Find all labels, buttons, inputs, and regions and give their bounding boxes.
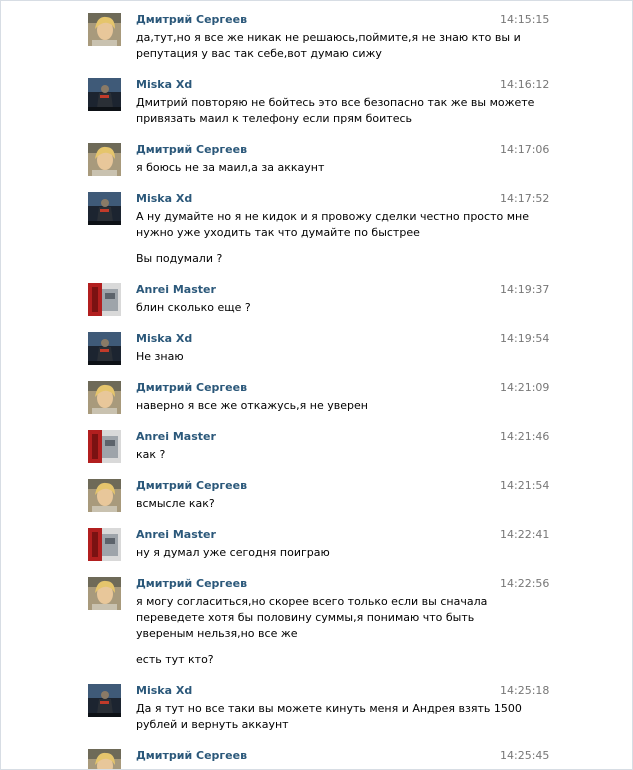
message-author[interactable]: Дмитрий Сергеев: [136, 749, 247, 763]
message-text: нужно уже уходить так что думайте по быс…: [136, 226, 420, 239]
message-author[interactable]: Miska Xd: [136, 192, 192, 206]
message-author[interactable]: Miska Xd: [136, 78, 192, 92]
message-author[interactable]: Дмитрий Сергеев: [136, 381, 247, 395]
message-text: репутация у вас так себе,вот думаю сижу: [136, 47, 382, 60]
message-text: Дмитрий повторяю не бойтесь это все безо…: [136, 96, 535, 109]
message-text: переведете хотя бы половину суммы,я пони…: [136, 611, 475, 624]
message-text: Да я тут но все таки вы можете кинуть ме…: [136, 702, 522, 715]
person-photo-avatar[interactable]: [88, 479, 121, 512]
soldier-poster-avatar[interactable]: [88, 192, 121, 225]
message-time: 14:21:46: [500, 430, 550, 443]
message-time: 14:22:56: [500, 577, 550, 590]
message-author[interactable]: Anrei Master: [136, 528, 216, 542]
message-time: 14:21:09: [500, 381, 550, 394]
message-text: я могу согласиться,но скорее всего тольк…: [136, 595, 488, 608]
message-author[interactable]: Дмитрий Сергеев: [136, 577, 247, 591]
person-photo-avatar[interactable]: [88, 749, 121, 769]
message-author[interactable]: Anrei Master: [136, 283, 216, 297]
message-text: Не знаю: [136, 350, 184, 363]
soldier-poster-avatar[interactable]: [88, 684, 121, 717]
message-text: блин сколько еще ?: [136, 301, 251, 314]
message-text: как ?: [136, 448, 166, 461]
soldier-poster-avatar[interactable]: [88, 332, 121, 365]
message-time: 14:25:45: [500, 749, 550, 762]
message-time: 14:15:15: [500, 13, 550, 26]
person-photo-avatar[interactable]: [88, 577, 121, 610]
message-time: 14:25:18: [500, 684, 550, 697]
message-time: 14:22:41: [500, 528, 550, 541]
message-text: увереным нельзя,но все же: [136, 627, 298, 640]
message-text: рублей и вернуть аккаунт: [136, 718, 289, 731]
message-text: есть тут кто?: [136, 653, 214, 666]
message-author[interactable]: Дмитрий Сергеев: [136, 13, 247, 27]
message-author[interactable]: Дмитрий Сергеев: [136, 143, 247, 157]
message-author[interactable]: Дмитрий Сергеев: [136, 479, 247, 493]
red-robot-avatar[interactable]: [88, 430, 121, 463]
message-time: 14:19:54: [500, 332, 550, 345]
message-time: 14:16:12: [500, 78, 550, 91]
message-text: всмысле как?: [136, 497, 215, 510]
message-text: Вы подумали ?: [136, 252, 223, 265]
soldier-poster-avatar[interactable]: [88, 78, 121, 111]
message-text: наверно я все же откажусь,я не уверен: [136, 399, 368, 412]
message-text: я боюсь не за маил,а за аккаунт: [136, 161, 325, 174]
message-time: 14:17:06: [500, 143, 550, 156]
message-text: А ну думайте но я не кидок и я провожу с…: [136, 210, 529, 223]
message-text: да,тут,но я все же никак не решаюсь,пойм…: [136, 31, 521, 44]
message-text: ну я думал уже сегодня поиграю: [136, 546, 330, 559]
person-photo-avatar[interactable]: [88, 381, 121, 414]
message-history: Дмитрий Сергеев 14:15:15 да,тут,но я все…: [0, 0, 633, 770]
person-photo-avatar[interactable]: [88, 13, 121, 46]
person-photo-avatar[interactable]: [88, 143, 121, 176]
message-author[interactable]: Miska Xd: [136, 684, 192, 698]
red-robot-avatar[interactable]: [88, 528, 121, 561]
message-author[interactable]: Anrei Master: [136, 430, 216, 444]
message-author[interactable]: Miska Xd: [136, 332, 192, 346]
message-time: 14:19:37: [500, 283, 550, 296]
message-text: привязать маил к телефону если прям боит…: [136, 112, 413, 125]
red-robot-avatar[interactable]: [88, 283, 121, 316]
message-time: 14:21:54: [500, 479, 550, 492]
message-time: 14:17:52: [500, 192, 550, 205]
